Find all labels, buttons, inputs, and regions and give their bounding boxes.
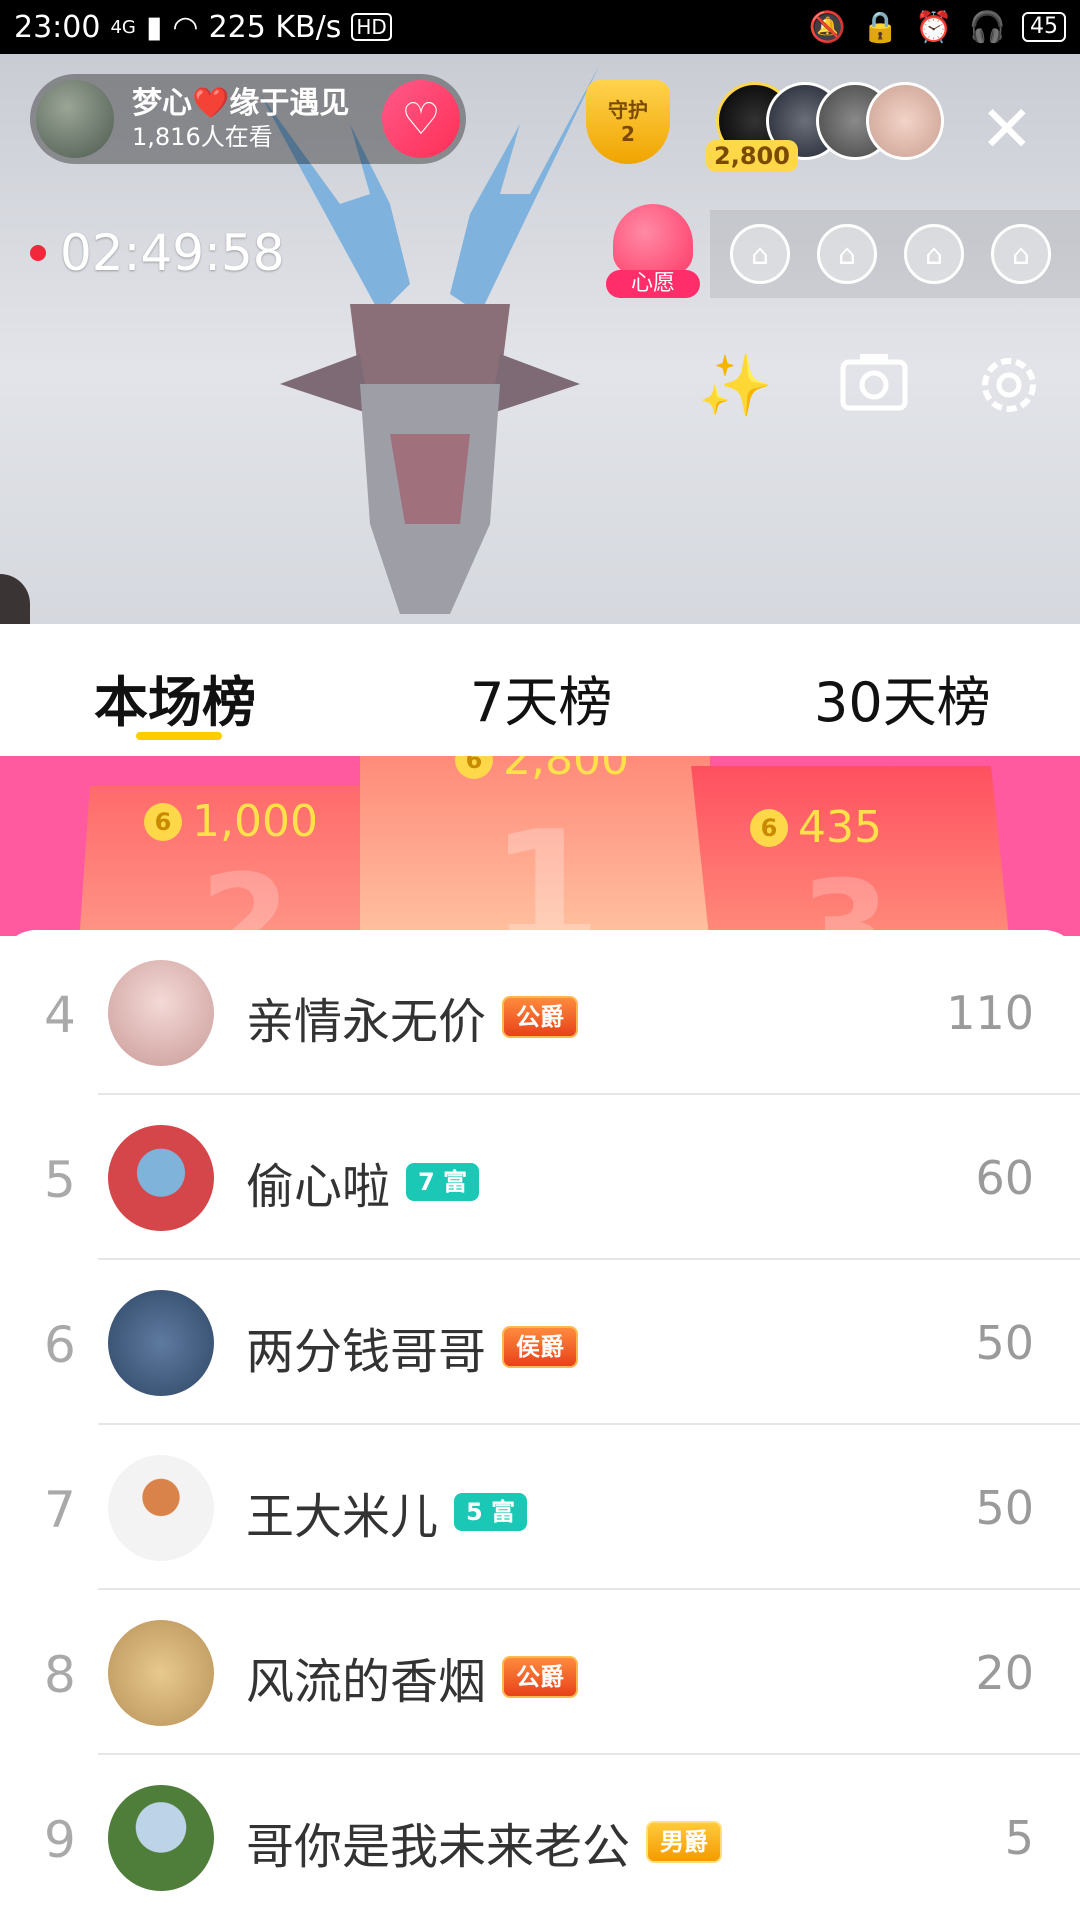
ranking-row[interactable]: 7 王大米儿 5 富 50 [0, 1425, 1080, 1590]
host-name: 梦心❤️缘于遇见 [132, 86, 350, 121]
user-name: 风流的香烟 [246, 1654, 487, 1710]
wish-label: 心愿 [606, 270, 700, 298]
user-avatar[interactable] [108, 1455, 214, 1561]
coin-icon: 6 [455, 756, 493, 779]
user-avatar[interactable] [108, 1290, 214, 1396]
user-name-area: 风流的香烟 公爵 [246, 1642, 579, 1712]
podium-second-value: 6 1,000 [144, 796, 318, 847]
rank-1-watermark: 1 [490, 796, 602, 936]
user-name: 两分钱哥哥 [246, 1324, 487, 1380]
guard-label: 守护 [608, 98, 648, 122]
live-dot [30, 245, 46, 261]
battery-indicator: 45 [1022, 12, 1066, 42]
user-score: 60 [975, 1151, 1034, 1205]
live-timer: 02:49:58 [30, 224, 285, 282]
coin-icon: 6 [144, 802, 182, 841]
seat-icon[interactable]: ⌂ [904, 224, 964, 284]
user-avatar[interactable] [108, 1125, 214, 1231]
rank-number: 5 [44, 1151, 76, 1209]
ranking-row[interactable]: 5 偷心啦 7 富 60 [0, 1095, 1080, 1260]
settings-gear-icon[interactable] [974, 350, 1044, 424]
alarm-icon: ⏰ [915, 9, 953, 45]
status-time: 23:00 [14, 9, 101, 45]
user-avatar[interactable] [108, 960, 214, 1066]
rank-number: 8 [44, 1646, 76, 1704]
user-name: 哥你是我未来老公 [246, 1819, 631, 1875]
podium-first-value: 6 2,800 [455, 756, 629, 785]
user-name-area: 两分钱哥哥 侯爵 [246, 1312, 579, 1382]
rank-number: 7 [44, 1481, 76, 1539]
ranking-row[interactable]: 9 哥你是我未来老公 男爵 5 [0, 1755, 1080, 1920]
coin-icon: 6 [750, 808, 788, 847]
lock-icon: 🔒 [861, 9, 900, 45]
user-score: 50 [975, 1316, 1034, 1370]
ranking-row[interactable]: 8 风流的香烟 公爵 20 [0, 1590, 1080, 1755]
viewer-avatar[interactable] [866, 82, 944, 160]
headphones-icon: 🎧 [968, 9, 1006, 45]
user-name: 偷心啦 [246, 1159, 391, 1215]
rank-3-watermark: 3 [800, 852, 891, 936]
network-indicator: 4G [110, 16, 136, 38]
podium-third-value: 6 435 [750, 802, 882, 853]
rich-badge: 5 富 [454, 1493, 528, 1531]
noble-badge: 公爵 [502, 996, 579, 1038]
network-speed: 225 KB/s [208, 9, 342, 45]
rank-number: 4 [44, 986, 76, 1044]
user-avatar[interactable] [108, 1785, 214, 1891]
user-score: 110 [946, 986, 1034, 1040]
magic-wand-icon[interactable]: ✨ [698, 350, 773, 421]
user-name-area: 王大米儿 5 富 [246, 1477, 528, 1547]
rich-badge: 7 富 [406, 1163, 480, 1201]
signal-icon: ▮ [145, 9, 163, 45]
rank-2-watermark: 2 [200, 846, 291, 936]
host-card[interactable]: 梦心❤️缘于遇见 1,816人在看 ♡ [30, 74, 466, 164]
wifi-icon: ◠ [172, 9, 199, 45]
user-name-area: 亲情永无价 公爵 [246, 982, 579, 1052]
noble-badge: 侯爵 [502, 1326, 579, 1368]
guard-badge[interactable]: 守护 2 [586, 80, 674, 172]
live-video[interactable]: 梦心❤️缘于遇见 1,816人在看 ♡ 守护 2 2,800 ✕ 02:49:5… [0, 54, 1080, 624]
active-tab-indicator [136, 732, 222, 740]
ranking-list: 4 亲情永无价 公爵 110 5 偷心啦 7 富 60 6 两分钱哥哥 侯爵 5… [0, 930, 1080, 1920]
guest-seats: ⌂ ⌂ ⌂ ⌂ [710, 210, 1080, 298]
wish-heart-icon [613, 204, 693, 274]
heart-plus-icon: ♡ [401, 93, 441, 145]
mute-icon: 🔕 [808, 9, 846, 45]
user-name: 王大米儿 [246, 1489, 439, 1545]
user-score: 5 [1004, 1811, 1034, 1865]
noble-badge: 公爵 [502, 1656, 579, 1698]
hd-indicator: HD [351, 13, 392, 41]
timer-text: 02:49:58 [60, 224, 285, 282]
user-name-area: 哥你是我未来老公 男爵 [246, 1807, 723, 1877]
status-bar: 23:00 4G ▮ ◠ 225 KB/s HD 🔕 🔒 ⏰ 🎧 45 [0, 0, 1080, 54]
noble-badge: 男爵 [646, 1821, 723, 1863]
user-score: 50 [975, 1481, 1034, 1535]
user-score: 20 [975, 1646, 1034, 1700]
seat-icon[interactable]: ⌂ [817, 224, 877, 284]
rank-number: 6 [44, 1316, 76, 1374]
seat-icon[interactable]: ⌂ [730, 224, 790, 284]
user-avatar[interactable] [108, 1620, 214, 1726]
tab-7-days[interactable]: 7天榜 [470, 658, 612, 737]
top-viewer-coins: 2,800 [706, 140, 798, 172]
partial-object [0, 574, 30, 624]
close-icon[interactable]: ✕ [980, 98, 1034, 162]
rank-number: 9 [44, 1811, 76, 1869]
tab-30-days[interactable]: 30天榜 [814, 658, 991, 737]
viewer-count: 1,816人在看 [132, 123, 273, 151]
podium: 6 2,800 6 1,000 6 435 1 2 3 [0, 756, 1080, 936]
wish-button[interactable]: 心愿 [606, 204, 700, 300]
user-name: 亲情永无价 [246, 994, 487, 1050]
seat-icon[interactable]: ⌂ [991, 224, 1051, 284]
ranking-row[interactable]: 6 两分钱哥哥 侯爵 50 [0, 1260, 1080, 1425]
user-name-area: 偷心啦 7 富 [246, 1147, 480, 1217]
guard-count: 2 [621, 122, 635, 146]
follow-heart-button[interactable]: ♡ [382, 80, 460, 158]
leaderboard-tabs: 本场榜 7天榜 30天榜 [0, 624, 1080, 756]
ranking-row[interactable]: 4 亲情永无价 公爵 110 [0, 930, 1080, 1095]
camera-switch-icon[interactable] [840, 350, 908, 416]
host-avatar[interactable] [36, 80, 114, 158]
tab-this-session[interactable]: 本场榜 [94, 658, 256, 737]
